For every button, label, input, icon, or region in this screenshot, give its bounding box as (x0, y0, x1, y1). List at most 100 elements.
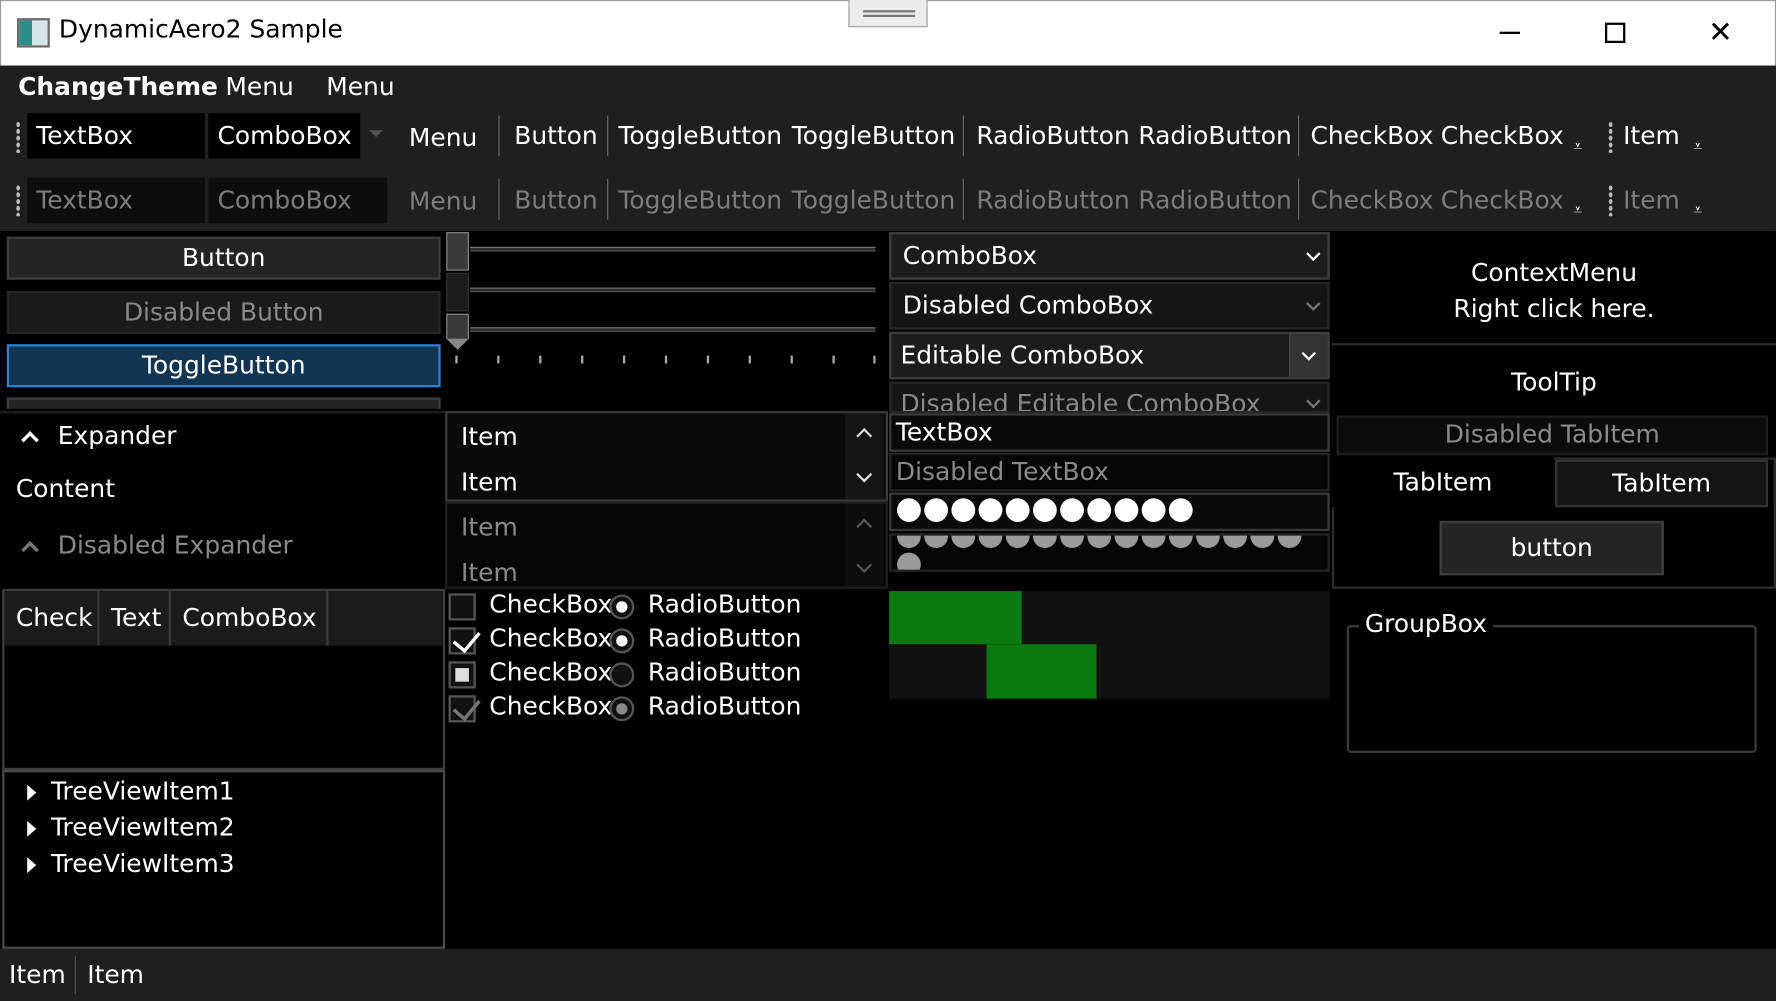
toolbar-menu[interactable]: Menu (409, 115, 477, 160)
combobox-value: ComboBox (902, 241, 1038, 271)
expand-arrow-icon[interactable] (27, 820, 37, 837)
list-item: Item (460, 514, 518, 543)
chevron-down-icon (1306, 246, 1321, 262)
password-dot (1141, 497, 1166, 522)
grid-column-text[interactable]: Text (99, 591, 172, 646)
slider-tick (581, 355, 584, 364)
slider-thumb[interactable] (446, 232, 469, 271)
textbox[interactable]: TextBox (889, 413, 1330, 452)
toolbar-checkbox-1[interactable]: CheckBox (1310, 113, 1433, 158)
close-icon: ✕ (1708, 15, 1733, 50)
expand-arrow-icon[interactable] (27, 784, 37, 801)
radio-button-label[interactable]: RadioButton (648, 625, 801, 653)
tree-view-item-1[interactable]: TreeViewItem1 (51, 778, 235, 806)
tree-view-item-3[interactable]: TreeViewItem3 (51, 850, 235, 878)
radio-button-circle[interactable] (609, 662, 635, 688)
status-item-2: Item (87, 960, 144, 990)
menu-change-theme[interactable]: ChangeTheme (18, 70, 218, 104)
combobox[interactable]: ComboBox (889, 232, 1330, 280)
tab-content-button[interactable]: button (1439, 520, 1664, 576)
radio-button-circle[interactable] (609, 628, 635, 654)
toolbar-separator (607, 178, 609, 220)
checkbox-label[interactable]: CheckBox (489, 659, 612, 687)
expand-arrow-icon[interactable] (27, 857, 37, 874)
status-bar (0, 948, 1776, 1001)
toggle-button[interactable]: ToggleButton (6, 344, 441, 388)
toolbar-radio-button-1-disabled: RadioButton (976, 186, 1130, 215)
listbox-scrollbar[interactable] (844, 413, 884, 500)
toolbar-separator (962, 178, 964, 220)
menu-item-2[interactable]: Menu (326, 70, 394, 104)
list-item[interactable]: Item (461, 469, 518, 497)
overflow-icon[interactable]: ⩡ (1573, 138, 1582, 156)
slider-panel (445, 232, 890, 412)
overflow-icon[interactable]: ⩡ (1693, 138, 1702, 156)
tree-view-item-2[interactable]: TreeViewItem2 (51, 814, 235, 842)
radio-button-circle[interactable] (609, 594, 635, 620)
checkbox-label[interactable]: CheckBox (489, 625, 612, 653)
tooltip-target[interactable]: ToolTip (1332, 369, 1776, 397)
minimize-icon (1499, 31, 1521, 34)
toolbar-combobox[interactable]: ComboBox (208, 113, 361, 159)
checkbox-label[interactable]: CheckBox (489, 591, 612, 619)
radio-button-label[interactable]: RadioButton (648, 659, 801, 687)
password-box[interactable] (889, 492, 1330, 532)
minimize-button[interactable] (1487, 14, 1532, 52)
toolbar-item[interactable]: Item (1623, 113, 1680, 158)
disabled-combobox: Disabled ComboBox (889, 281, 1330, 330)
grid-column-combobox[interactable]: ComboBox (171, 591, 329, 646)
password-dot (1087, 535, 1112, 549)
overflow-icon: ⩡ (1573, 201, 1583, 220)
editable-combobox[interactable]: Editable ComboBox (889, 331, 1330, 380)
password-dot (1060, 535, 1084, 549)
toolbar-checkbox-1-disabled: CheckBox (1310, 186, 1434, 215)
toolbar-toggle-button-1[interactable]: ToggleButton (618, 113, 782, 158)
toolbar-grip[interactable] (15, 121, 21, 153)
slider-tick (664, 355, 668, 364)
menu-item-1[interactable]: Menu (225, 70, 293, 104)
slider-thumb-pointer[interactable] (446, 313, 469, 339)
expander-content: Content (15, 475, 115, 504)
toolbar-separator (1298, 115, 1300, 157)
grid-column-check[interactable]: Check (4, 591, 100, 646)
list-item: Item (460, 559, 518, 588)
expander-header[interactable]: Expander (58, 422, 177, 450)
editable-combobox-input[interactable]: Editable ComboBox (900, 341, 1144, 369)
toolbar-button[interactable]: Button (514, 113, 597, 158)
password-dot (1141, 535, 1166, 549)
password-dot (1223, 535, 1248, 549)
password-dot (1060, 497, 1084, 522)
password-dot (1005, 535, 1030, 549)
toolbar-grip[interactable] (1608, 121, 1613, 153)
close-button[interactable]: ✕ (1698, 14, 1743, 52)
combobox-value: Disabled ComboBox (902, 291, 1154, 320)
check-radio-group: CheckBox RadioButton CheckBox RadioButton Ch… (445, 589, 889, 725)
slider-tick (455, 355, 458, 364)
toolbar-checkbox-2[interactable]: CheckBox (1441, 113, 1564, 158)
maximize-button[interactable] (1593, 14, 1638, 52)
list-item[interactable]: Item (461, 423, 518, 451)
checkbox-label[interactable]: CheckBox (489, 693, 612, 721)
toolbar-textbox[interactable]: TextBox (27, 113, 206, 159)
button[interactable]: Button (6, 236, 441, 280)
password-dot (924, 535, 949, 549)
context-menu-label: ContextMenu (1470, 259, 1638, 288)
toolbar-radio-button-2[interactable]: RadioButton (1138, 113, 1291, 158)
grid-header-filler (328, 591, 443, 646)
toolbar-toggle-button-2[interactable]: ToggleButton (792, 113, 956, 158)
checkbox-box[interactable] (448, 624, 481, 655)
password-dot (1250, 535, 1275, 549)
slider-track-disabled (470, 287, 876, 293)
drag-handle[interactable] (848, 0, 928, 28)
context-menu-area[interactable] (1331, 232, 1776, 346)
checkbox-box[interactable] (448, 593, 476, 621)
toolbar-radio-button-1[interactable]: RadioButton (976, 113, 1129, 158)
password-dot (978, 497, 1003, 522)
tab-item-2[interactable]: TabItem (1555, 459, 1769, 508)
app-icon (16, 18, 50, 48)
checkbox-box[interactable] (448, 661, 476, 689)
radio-button-label[interactable]: RadioButton (648, 591, 801, 619)
radio-button-label[interactable]: RadioButton (648, 693, 801, 721)
tab-item-1[interactable]: TabItem (1331, 457, 1554, 508)
password-dot (1114, 535, 1139, 549)
